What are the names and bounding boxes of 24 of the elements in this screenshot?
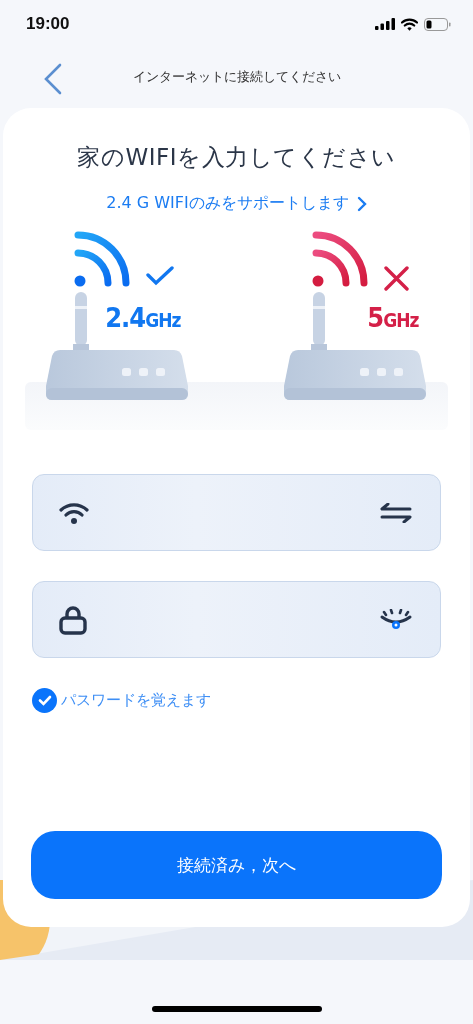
antenna-drawing xyxy=(72,292,89,352)
cellular-signal-icon xyxy=(375,18,395,30)
page-title: インターネットに接続してください xyxy=(132,68,341,86)
network-field[interactable] xyxy=(32,474,441,551)
check-icon xyxy=(37,695,52,706)
support-link[interactable]: 2.4 G WIFIのみをサポートします xyxy=(106,193,367,214)
show-password-button[interactable] xyxy=(380,608,412,631)
wifi-icon xyxy=(59,501,89,524)
password-field[interactable] xyxy=(32,581,441,658)
lock-icon xyxy=(59,604,87,635)
battery-icon xyxy=(424,17,451,31)
next-button[interactable]: 接続済み，次へ xyxy=(31,831,442,899)
band-label: 2.4GHz xyxy=(105,304,181,331)
wifi-icon xyxy=(401,17,418,31)
remember-checkbox[interactable] xyxy=(32,688,57,713)
heading: 家のWIFIを入力してください xyxy=(77,143,396,172)
wifi-signal-icon xyxy=(72,230,131,288)
status-time: 19:00 xyxy=(26,14,70,34)
wifi-signal-icon xyxy=(310,230,369,288)
switch-network-button[interactable] xyxy=(380,502,412,523)
antenna-drawing xyxy=(310,292,327,352)
remember-label: パスワードを覚えます xyxy=(61,691,211,710)
band-label: 5GHz xyxy=(367,304,419,331)
chevron-right-icon xyxy=(356,195,367,212)
